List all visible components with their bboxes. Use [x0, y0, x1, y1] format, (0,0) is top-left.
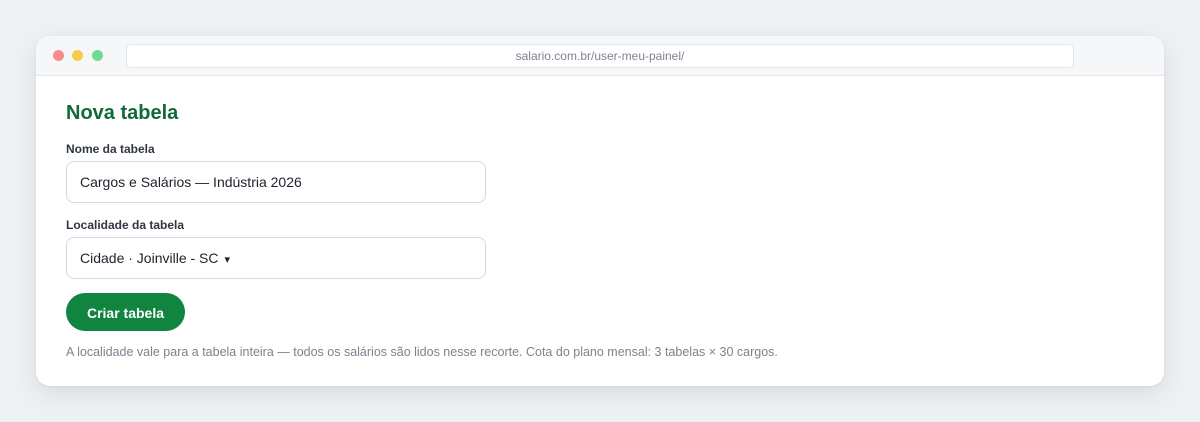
table-name-field-wrapper [66, 161, 486, 203]
location-select-value: Cidade · Joinville - SC [80, 250, 219, 266]
page-title: Nova tabela [66, 102, 179, 124]
table-location-label: Localidade da tabela [66, 218, 185, 232]
table-location-select[interactable]: Cidade · Joinville - SC ▾ [66, 237, 486, 279]
maximize-window-dot[interactable] [92, 50, 103, 61]
chevron-down-icon: ▾ [224, 254, 231, 266]
address-bar[interactable]: salario.com.br/user-meu-painel/ [126, 44, 1074, 68]
minimize-window-dot[interactable] [72, 50, 83, 61]
close-window-dot[interactable] [53, 50, 64, 61]
create-table-button[interactable]: Criar tabela [66, 293, 185, 331]
browser-titlebar: salario.com.br/user-meu-painel/ [36, 36, 1164, 76]
table-name-input[interactable] [67, 162, 470, 202]
location-select-value-wrap: Cidade · Joinville - SC ▾ [80, 238, 230, 278]
table-name-label: Nome da tabela [66, 142, 155, 156]
browser-window: salario.com.br/user-meu-painel/ Nova tab… [36, 36, 1164, 386]
location-hint-text: A localidade vale para a tabela inteira … [66, 345, 778, 359]
